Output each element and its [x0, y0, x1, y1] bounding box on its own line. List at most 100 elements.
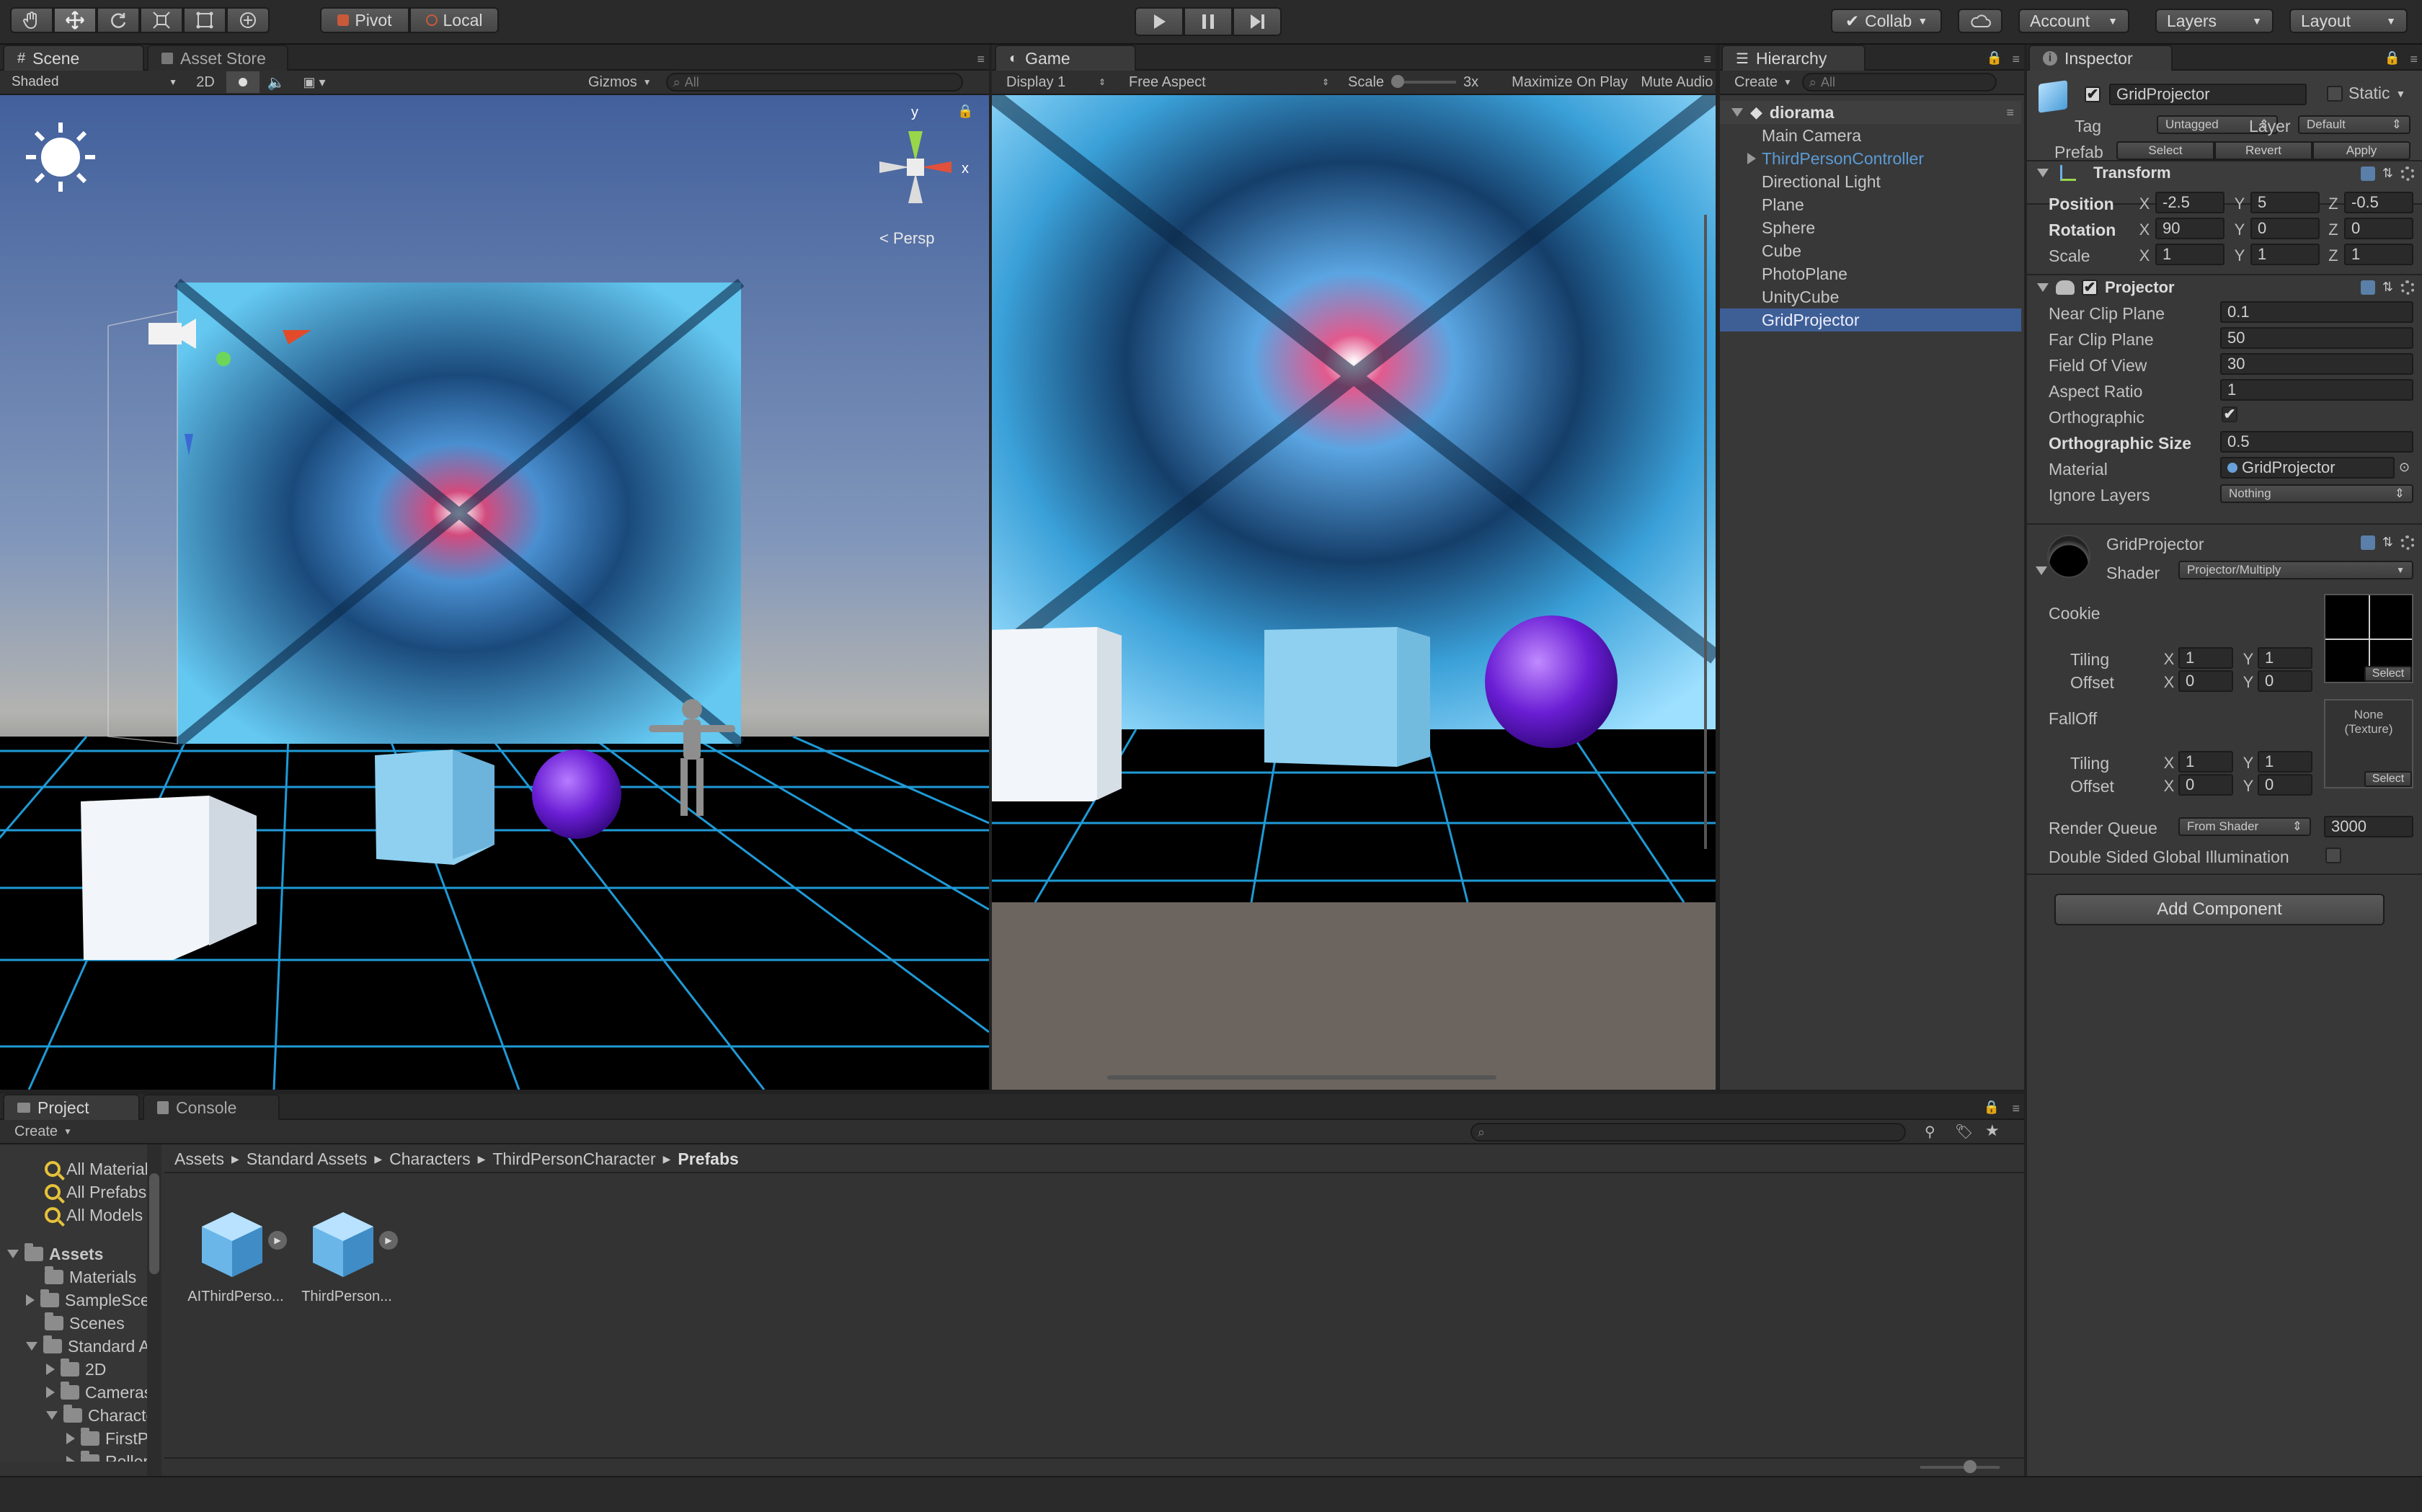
rotate-tool-button[interactable]: [97, 7, 140, 33]
tree-scrollbar-thumb[interactable]: [149, 1173, 159, 1274]
shading-mode-dropdown[interactable]: Shaded ▼: [4, 72, 185, 92]
persp-label[interactable]: < Persp: [879, 229, 934, 247]
pivot-toggle[interactable]: Pivot: [320, 7, 409, 33]
asset-item[interactable]: ▶ AIThirdPerso...: [182, 1206, 287, 1315]
breadcrumb-item[interactable]: Assets: [174, 1149, 224, 1169]
filter-by-label-icon[interactable]: 🏷: [1955, 1123, 1973, 1141]
tree-item-cameras[interactable]: Cameras: [46, 1381, 147, 1404]
add-component-button[interactable]: Add Component: [2054, 894, 2385, 925]
expand-arrow-icon[interactable]: [46, 1364, 55, 1375]
panel-menu-icon[interactable]: ≡: [1703, 52, 1711, 67]
pause-button[interactable]: [1184, 7, 1233, 36]
orthographic-checkbox[interactable]: ✔: [2222, 406, 2237, 422]
collapse-arrow-icon[interactable]: [2037, 169, 2049, 177]
tab-hierarchy[interactable]: ☰ Hierarchy: [1721, 45, 1866, 71]
render-queue-field[interactable]: 3000: [2324, 816, 2413, 837]
cookie-offset-y-field[interactable]: 0: [2258, 670, 2312, 692]
falloff-tiling-x-field[interactable]: 1: [2178, 751, 2233, 773]
lock-icon[interactable]: 🔒: [1987, 50, 2002, 66]
tree-item-2d[interactable]: 2D: [46, 1358, 106, 1381]
favorite-star-icon[interactable]: ★: [1985, 1121, 2000, 1140]
tree-item-scenes[interactable]: Scenes: [45, 1312, 125, 1335]
scale-z-field[interactable]: 1: [2344, 244, 2413, 265]
icon-size-slider[interactable]: [1920, 1460, 2000, 1473]
preset-icon[interactable]: ⇅: [2382, 535, 2393, 550]
tree-scrollbar[interactable]: [147, 1144, 161, 1476]
gear-icon[interactable]: [2400, 166, 2415, 181]
display-dropdown[interactable]: Display 1 ⇕: [992, 74, 1114, 91]
scale-slider-thumb[interactable]: [1391, 75, 1405, 88]
tree-item-characters[interactable]: Characters: [46, 1404, 147, 1427]
tab-game[interactable]: ◐ Game: [995, 45, 1136, 71]
hierarchy-item-plane[interactable]: Plane: [1720, 193, 2021, 216]
material-object-field[interactable]: GridProjector: [2220, 457, 2395, 479]
prefab-revert-button[interactable]: Revert: [2214, 141, 2312, 160]
tab-asset-store[interactable]: Asset Store: [147, 45, 288, 71]
static-checkbox[interactable]: [2327, 85, 2343, 102]
hierarchy-item-grid-projector[interactable]: GridProjector: [1720, 308, 2021, 332]
expand-arrow-icon[interactable]: [1747, 153, 1756, 164]
expand-arrow-icon[interactable]: [66, 1456, 75, 1462]
breadcrumb-item[interactable]: Standard Assets: [247, 1149, 368, 1169]
expand-arrow-icon[interactable]: [66, 1433, 75, 1444]
shader-dropdown[interactable]: Projector/Multiply ▼: [2178, 561, 2413, 579]
breadcrumb-item[interactable]: ThirdPersonCharacter: [492, 1149, 655, 1169]
mute-audio-toggle[interactable]: Mute Audio: [1641, 74, 1713, 91]
cloud-button[interactable]: [1958, 9, 2002, 33]
panel-menu-icon[interactable]: ≡: [2012, 52, 2020, 67]
cookie-tiling-y-field[interactable]: 1: [2258, 647, 2312, 669]
tree-item-sample-scenes[interactable]: SampleScenes: [26, 1289, 147, 1312]
cookie-offset-x-field[interactable]: 0: [2178, 670, 2233, 692]
hierarchy-item-directional-light[interactable]: Directional Light: [1720, 170, 2021, 193]
breadcrumb-item-current[interactable]: Prefabs: [678, 1149, 738, 1169]
breadcrumb-item[interactable]: Characters: [389, 1149, 470, 1169]
preset-icon[interactable]: ⇅: [2382, 280, 2393, 295]
maximize-on-play-toggle[interactable]: Maximize On Play: [1512, 74, 1628, 91]
gear-icon[interactable]: [2400, 535, 2415, 550]
favorite-all-models[interactable]: All Models: [45, 1204, 143, 1227]
near-clip-plane-field[interactable]: 0.1: [2220, 301, 2413, 323]
tab-console[interactable]: Console: [143, 1094, 280, 1120]
scale-tool-button[interactable]: [140, 7, 183, 33]
gizmos-dropdown[interactable]: Gizmos ▼: [588, 74, 652, 91]
local-toggle[interactable]: Local: [409, 7, 499, 33]
position-z-field[interactable]: -0.5: [2344, 192, 2413, 213]
lock-icon[interactable]: 🔒: [1984, 1100, 2000, 1115]
account-dropdown[interactable]: Account ▼: [2018, 9, 2129, 33]
hierarchy-scene-root[interactable]: ◆ diorama ≡: [1720, 101, 2021, 124]
render-queue-dropdown[interactable]: From Shader ⇕: [2178, 817, 2311, 836]
tab-project[interactable]: Project: [3, 1094, 140, 1120]
gear-icon[interactable]: [2400, 280, 2415, 295]
falloff-offset-x-field[interactable]: 0: [2178, 774, 2233, 796]
dropdown-arrow-icon[interactable]: ▼: [2396, 88, 2406, 99]
tree-item-standard-assets[interactable]: Standard Assets: [26, 1335, 147, 1358]
ignore-layers-dropdown[interactable]: Nothing ⇕: [2220, 484, 2413, 503]
icon-size-slider-thumb[interactable]: [1964, 1460, 1977, 1473]
expand-arrow-icon[interactable]: [1731, 108, 1743, 117]
rect-tool-button[interactable]: [183, 7, 226, 33]
game-viewport[interactable]: [992, 95, 1716, 1090]
active-checkbox[interactable]: ✔: [2085, 86, 2101, 102]
tree-item-materials[interactable]: Materials: [45, 1266, 136, 1289]
favorite-all-prefabs[interactable]: All Prefabs: [45, 1180, 146, 1204]
filter-by-type-icon[interactable]: ⚲: [1925, 1123, 1935, 1141]
play-button[interactable]: [1135, 7, 1184, 36]
hierarchy-item-sphere[interactable]: Sphere: [1720, 216, 2021, 239]
hierarchy-search-input[interactable]: ⌕ All: [1801, 73, 1997, 92]
falloff-select-button[interactable]: Select: [2364, 771, 2412, 787]
prefab-arrow-icon[interactable]: ▶: [268, 1231, 287, 1250]
panel-menu-icon[interactable]: ≡: [977, 52, 985, 67]
cookie-texture-slot[interactable]: Select: [2324, 594, 2413, 683]
hierarchy-item-unity-cube[interactable]: UnityCube: [1720, 285, 2021, 308]
layers-dropdown[interactable]: Layers ▼: [2155, 9, 2274, 33]
falloff-tiling-y-field[interactable]: 1: [2258, 751, 2312, 773]
collapse-arrow-icon[interactable]: [2037, 283, 2049, 292]
rotation-x-field[interactable]: 90: [2155, 218, 2224, 239]
help-icon[interactable]: [2360, 280, 2375, 295]
prefab-apply-button[interactable]: Apply: [2312, 141, 2410, 160]
scene-menu-icon[interactable]: ≡: [2006, 105, 2014, 120]
expand-arrow-icon[interactable]: [7, 1250, 19, 1258]
position-y-field[interactable]: 5: [2250, 192, 2320, 213]
favorite-all-materials[interactable]: All Materials: [45, 1157, 147, 1180]
expand-arrow-icon[interactable]: [46, 1411, 58, 1420]
